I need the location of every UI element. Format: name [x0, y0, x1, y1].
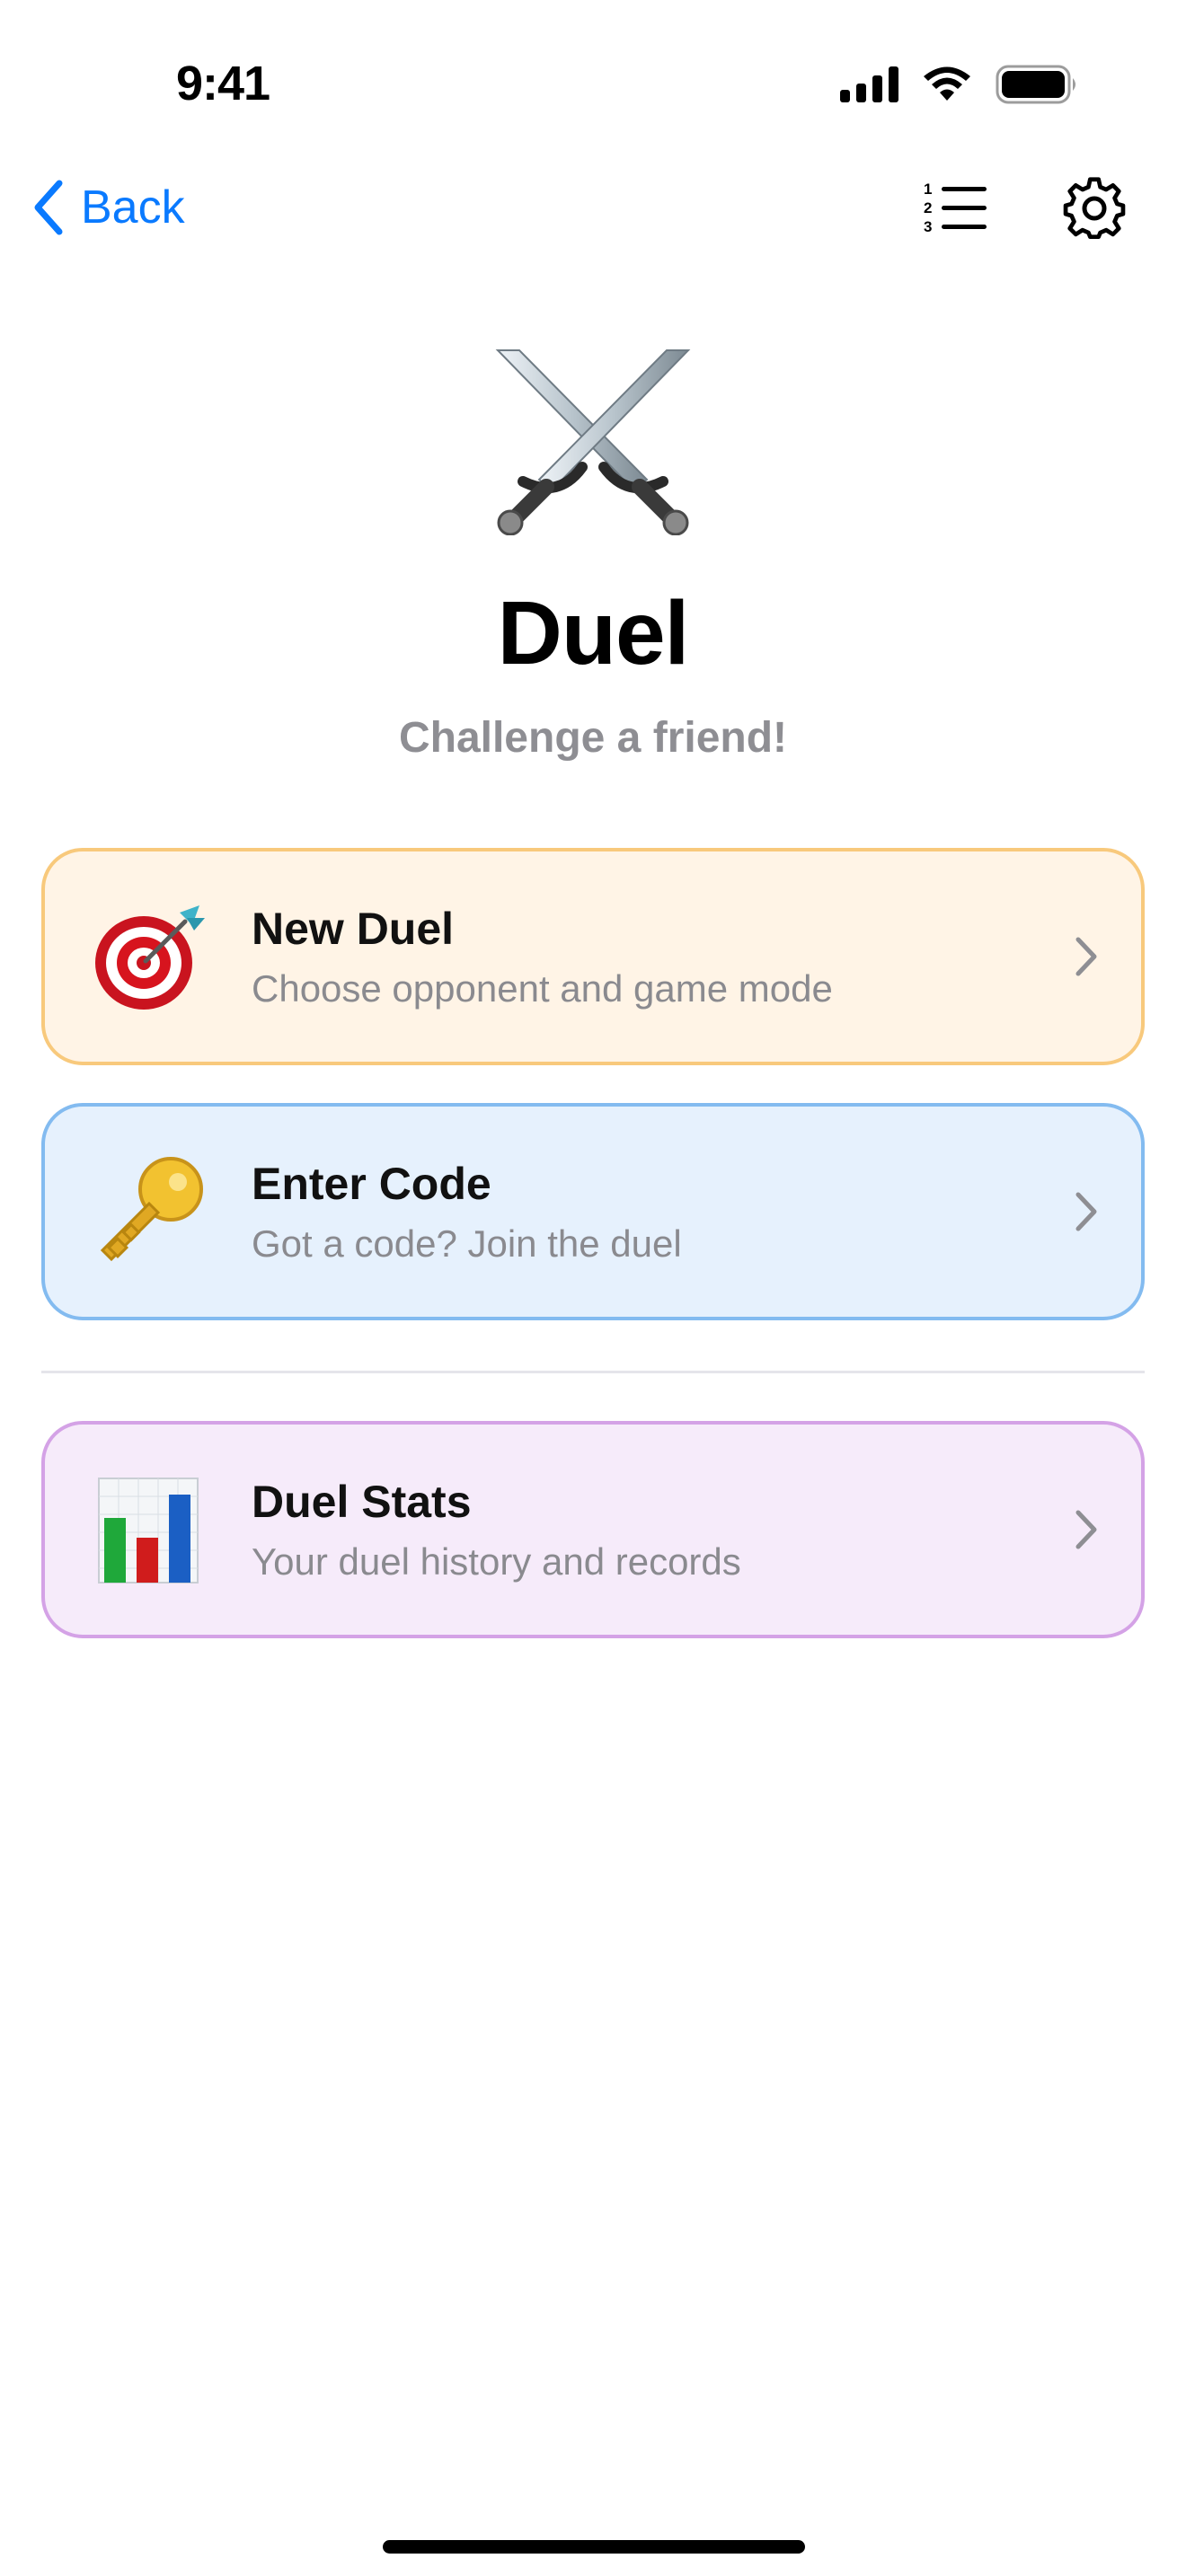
enter-code-text: Enter Code Got a code? Join the duel [252, 1158, 682, 1266]
svg-text:2: 2 [924, 199, 932, 216]
key-icon [100, 1157, 203, 1262]
card-description: Got a code? Join the duel [252, 1222, 682, 1265]
status-icons [840, 65, 1080, 104]
battery-icon [996, 65, 1075, 104]
new-duel-card[interactable]: New Duel Choose opponent and game mode [41, 848, 1145, 1065]
duel-screen: 9:41 Back 1 2 3 Duel Challenge a friend!… [0, 0, 1186, 2576]
svg-text:3: 3 [924, 218, 932, 234]
chevron-right-icon [1075, 1192, 1097, 1231]
numbered-list-icon: 1 2 3 [924, 181, 987, 235]
divider [41, 1371, 1145, 1373]
chevron-left-icon [34, 180, 63, 235]
card-title: New Duel [252, 904, 455, 954]
page-subtitle: Challenge a friend! [398, 714, 788, 762]
page-title: Duel [497, 583, 690, 684]
back-label: Back [81, 181, 185, 234]
home-indicator[interactable] [383, 2540, 805, 2554]
leaderboard-button[interactable]: 1 2 3 [924, 180, 988, 238]
card-title: Enter Code [252, 1159, 491, 1209]
chevron-right-icon [1075, 937, 1097, 976]
crossed-swords-icon [495, 349, 691, 535]
cellular-signal-icon [840, 66, 898, 102]
gear-icon [1063, 177, 1126, 240]
chevron-right-icon [1075, 1510, 1097, 1549]
duel-stats-text: Duel Stats Your duel history and records [252, 1476, 741, 1584]
wifi-icon [924, 66, 970, 101]
card-description: Choose opponent and game mode [252, 967, 833, 1010]
duel-stats-card[interactable]: Duel Stats Your duel history and records [41, 1421, 1145, 1638]
enter-code-card[interactable]: Enter Code Got a code? Join the duel [41, 1103, 1145, 1320]
settings-button[interactable] [1062, 176, 1127, 245]
svg-text:1: 1 [924, 181, 932, 198]
status-time: 9:41 [176, 57, 270, 110]
card-title: Duel Stats [252, 1477, 472, 1527]
target-dart-icon [95, 905, 205, 1010]
new-duel-text: New Duel Choose opponent and game mode [252, 903, 833, 1010]
back-button[interactable]: Back [32, 180, 185, 235]
card-description: Your duel history and records [252, 1540, 741, 1583]
bar-chart-icon [98, 1478, 199, 1584]
